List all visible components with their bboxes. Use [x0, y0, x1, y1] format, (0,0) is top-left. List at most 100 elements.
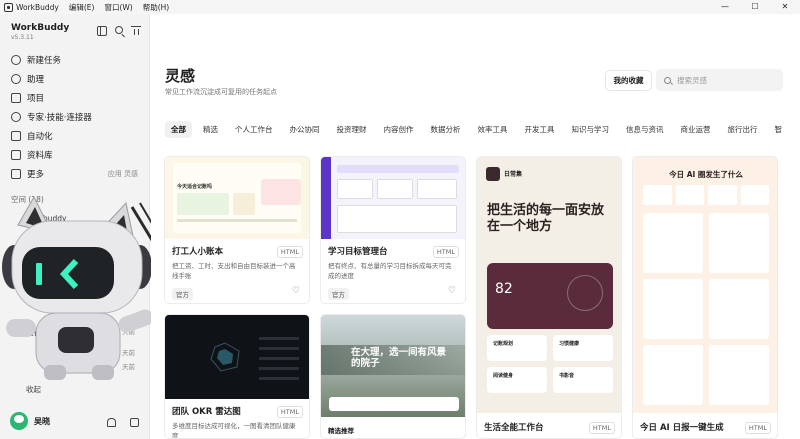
feedback-icon[interactable] — [130, 418, 139, 427]
menu-app-name[interactable]: WorkBuddy — [16, 3, 59, 12]
sidebar-item-label: 资料库 — [27, 150, 53, 161]
card-life-workspace[interactable]: 日常集 把生活的每一面安放在一个地方 82 记账规划 习惯健康 阅读健身 书影音… — [476, 156, 622, 439]
user-profile[interactable]: 吴晓 — [10, 412, 50, 430]
card-title: 生活全能工作台 — [484, 423, 544, 433]
sidebar-item-library[interactable]: 资料库 — [8, 145, 144, 164]
page-subtitle: 常见工作流沉淀成可复用的任务起点 — [165, 88, 277, 96]
close-icon[interactable]: ✕ — [770, 0, 800, 14]
card-tag: HTML — [276, 406, 303, 418]
tab-travel[interactable]: 旅行出行 — [722, 121, 764, 138]
menu-edit[interactable]: 编辑(E) — [69, 2, 95, 13]
tab-business[interactable]: 商业运营 — [675, 121, 717, 138]
collapse-button[interactable]: 收起 — [26, 384, 41, 395]
thumb-heading: 今日 AI 圈发生了什么 — [669, 170, 743, 179]
sidebar-item-label: 专家·技能·连接器 — [27, 112, 92, 123]
card-ai-daily[interactable]: 今日 AI 圈发生了什么 今日 AI 日报一键生成 HTML — [632, 156, 778, 439]
search-icon[interactable] — [115, 26, 123, 34]
toggle-sidebar-icon[interactable] — [97, 26, 107, 36]
avatar[interactable] — [10, 412, 28, 430]
sidebar-item-more[interactable]: 更多 应用 灵感 — [8, 164, 144, 183]
card-thumbnail: 日常集 把生活的每一面安放在一个地方 82 记账规划 习惯健康 阅读健身 书影音 — [477, 157, 621, 413]
tab-news[interactable]: 信息与资讯 — [620, 121, 670, 138]
menu-window[interactable]: 窗口(W) — [104, 2, 132, 13]
card-study-goals[interactable]: 学习目标管理台 HTML 把有终点、有总量的学习目标拆成每天可完成的进度 官方 … — [320, 156, 466, 304]
card-desc: 把有终点、有总量的学习目标拆成每天可完成的进度 — [328, 262, 452, 280]
plus-circle-icon — [11, 54, 21, 65]
card-thumbnail: 今天适合记账吗 — [165, 157, 309, 239]
card-tag: HTML — [588, 422, 615, 434]
sidebar-item-label: 更多 — [27, 169, 45, 180]
search-icon — [664, 76, 671, 84]
tab-office[interactable]: 办公协同 — [284, 121, 326, 138]
my-collection-button[interactable]: 我的收藏 — [605, 70, 652, 91]
automation-icon — [11, 130, 21, 141]
folder-icon — [11, 92, 21, 103]
card-title: 团队 OKR 雷达图 — [172, 407, 241, 417]
filter-icon[interactable] — [131, 26, 141, 36]
sidebar-item-assistant[interactable]: 助理 — [8, 69, 144, 88]
card-tag: HTML — [744, 422, 771, 434]
card-okr-radar[interactable]: 团队 OKR 雷达图 HTML 多维度目标达成可视化，一图看清团队健康度 — [164, 314, 310, 439]
thumb-heading: 把生活的每一面安放在一个地方 — [487, 203, 605, 234]
tab-all[interactable]: 全部 — [165, 121, 192, 138]
official-badge: 官方 — [328, 288, 349, 300]
heart-icon[interactable]: ♡ — [448, 286, 456, 296]
card-thumbnail — [321, 157, 465, 239]
main-content: 灵感 常见工作流沉淀成可复用的任务起点 我的收藏 全部 精选 个人工作台 办公协… — [151, 14, 800, 439]
card-thumbnail: 在大理，选一间有风景的院子 — [321, 315, 465, 417]
menubar: WorkBuddy 编辑(E) 窗口(W) 帮助(H) — ☐ ✕ — [0, 0, 800, 14]
thumb-tile: 习惯健康 — [559, 341, 580, 347]
book-icon — [11, 149, 21, 160]
chat-icon — [11, 73, 21, 84]
sidebar-item-label: 新建任务 — [27, 55, 62, 66]
robot-mascot — [2, 195, 161, 380]
tab-finance[interactable]: 投资理财 — [331, 121, 373, 138]
thumb-badge: 日常集 — [504, 171, 523, 178]
search-input[interactable] — [677, 75, 767, 85]
app-logo-icon — [4, 2, 13, 12]
card-subtitle: 精选推荐 — [328, 427, 354, 435]
thumb-heading: 在大理，选一间有风景的院子 — [351, 347, 447, 369]
tab-data[interactable]: 数据分析 — [425, 121, 467, 138]
sidebar-item-project[interactable]: 项目 — [8, 88, 144, 107]
card-tag: HTML — [276, 246, 303, 258]
card-desc: 多维度目标达成可视化，一图看清团队健康度 — [172, 422, 296, 439]
sidebar-item-label: 助理 — [27, 74, 45, 85]
card-title: 学习目标管理台 — [328, 247, 388, 257]
heart-icon[interactable]: ♡ — [292, 286, 300, 296]
card-title: 今日 AI 日报一键生成 — [640, 423, 724, 433]
search-box[interactable] — [656, 69, 783, 91]
sidebar-item-new-task[interactable]: 新建任务 — [8, 50, 144, 69]
tab-featured[interactable]: 精选 — [197, 121, 224, 138]
tab-personal[interactable]: 个人工作台 — [229, 121, 279, 138]
tab-content[interactable]: 内容创作 — [378, 121, 420, 138]
thumb-number: 82 — [495, 281, 513, 297]
grid-icon — [11, 168, 21, 179]
bell-icon[interactable] — [107, 418, 116, 427]
thumb-tile: 书影音 — [559, 373, 575, 379]
thumb-tile: 记账规划 — [493, 341, 514, 347]
card-ledger[interactable]: 今天适合记账吗 打工人小账本 HTML 把工资、工时、支出和自由目标装进一个高线… — [164, 156, 310, 304]
tab-learning[interactable]: 知识与学习 — [566, 121, 616, 138]
minimize-icon[interactable]: — — [710, 0, 740, 14]
sidebar-item-extra[interactable]: 应用 灵感 — [108, 169, 144, 179]
menu-help[interactable]: 帮助(H) — [143, 2, 170, 13]
sidebar-item-experts[interactable]: 专家·技能·连接器 — [8, 107, 144, 126]
sidebar-nav: 新建任务 助理 项目 专家·技能·连接器 自动化 资料库 更多 应用 灵感 — [8, 50, 144, 183]
thumb-heading: 今天适合记账吗 — [177, 184, 213, 190]
card-dali-stay[interactable]: 在大理，选一间有风景的院子 精选推荐 — [320, 314, 466, 439]
maximize-icon[interactable]: ☐ — [740, 0, 770, 14]
card-desc: 把工资、工时、支出和自由目标装进一个高线手账 — [172, 262, 296, 280]
user-name: 吴晓 — [34, 416, 50, 426]
page-title: 灵感 — [165, 67, 196, 85]
card-thumbnail: 今日 AI 圈发生了什么 — [633, 157, 777, 413]
sidebar-item-label: 自动化 — [27, 131, 53, 142]
sidebar-item-automation[interactable]: 自动化 — [8, 126, 144, 145]
tab-efficiency[interactable]: 效率工具 — [472, 121, 514, 138]
tab-more[interactable]: 智 — [769, 121, 789, 138]
category-tabs: 全部 精选 个人工作台 办公协同 投资理财 内容创作 数据分析 效率工具 开发工… — [165, 121, 800, 138]
version-label: v5.3.11 — [11, 34, 34, 41]
bulb-icon — [11, 111, 21, 122]
tab-dev[interactable]: 开发工具 — [519, 121, 561, 138]
brand-name: WorkBuddy — [11, 23, 70, 33]
